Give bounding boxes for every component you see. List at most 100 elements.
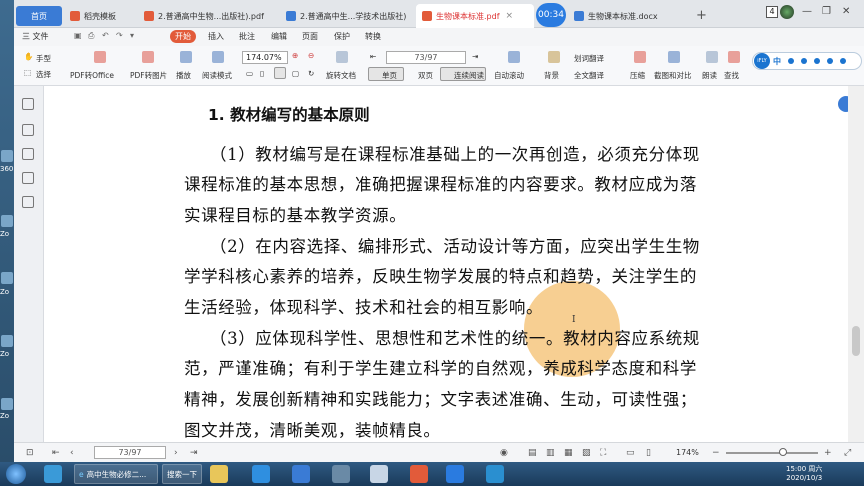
taskbar-search[interactable]: 搜索一下 [162,464,202,484]
fit-width-icon[interactable]: ▯ [260,69,264,78]
signature-icon[interactable] [22,196,34,208]
wps-taskbar-icon[interactable] [446,465,464,483]
compress-icon[interactable] [634,51,646,63]
settings-icon[interactable] [827,58,833,64]
youku-icon[interactable] [370,465,388,483]
more-icon[interactable]: ▾ [130,31,134,40]
screenshot-compare-button[interactable]: 截图和对比 [654,70,692,81]
bookmark-icon[interactable] [22,98,34,110]
settings-app-icon[interactable] [332,465,350,483]
read-mode-icon[interactable] [212,51,224,63]
mic-icon[interactable] [801,58,807,64]
desktop-icon[interactable] [1,150,13,162]
select-tool-label[interactable]: 选择 [36,69,51,80]
compress-button[interactable]: 压缩 [630,70,645,81]
read-aloud-button[interactable]: 朗读 [702,70,717,81]
zoom-out-icon[interactable]: − [712,448,720,458]
thumbnail-icon[interactable] [22,124,34,136]
menu-convert[interactable]: 转换 [365,31,381,42]
eye-icon[interactable]: ◉ [500,448,508,458]
continuous-view-icon[interactable]: ▦ [564,448,573,458]
menu-icon[interactable] [840,58,846,64]
zoom-slider[interactable] [726,452,818,454]
rotate-doc-icon[interactable] [336,51,348,63]
play-icon[interactable] [180,51,192,63]
start-button[interactable] [6,464,26,484]
chat-app-icon[interactable] [486,465,504,483]
auto-scroll-button[interactable]: 自动滚动 [494,70,524,81]
hand-tool-icon[interactable]: ✋ [24,52,33,61]
double-page-view-icon[interactable]: ▥ [546,448,555,458]
desktop-icon[interactable] [1,398,13,410]
zoom-input[interactable]: 174.07% [242,51,288,64]
ie-browser-icon[interactable] [252,465,270,483]
language-toggle[interactable]: 中 [773,56,781,67]
recording-timer[interactable]: 00:34 [536,3,566,27]
keyboard-icon[interactable] [814,58,820,64]
read-aloud-icon[interactable] [706,51,718,63]
app-icon[interactable] [292,465,310,483]
rotate-icon[interactable]: ↻ [308,69,314,78]
moon-icon[interactable] [788,58,794,64]
menu-insert[interactable]: 插入 [208,31,224,42]
desktop-icon[interactable] [1,335,13,347]
camera-app-icon[interactable] [410,465,428,483]
tab-biology-standard-docx[interactable]: 生物课本标准.docx [568,4,694,28]
tab-pdf-biology-2[interactable]: 2.普通高中生...学技术出版社) [280,4,414,28]
actual-size-icon[interactable] [274,67,286,79]
full-translate-button[interactable]: 全文翻译 [574,70,604,81]
taskbar-ie-window[interactable]: e 高中生物必修二... [74,464,158,484]
avatar[interactable] [780,5,794,19]
fullscreen-toggle-icon[interactable]: ⤢ [844,448,851,458]
close-icon[interactable]: × [506,11,514,21]
tab-docer-templates[interactable]: 稻壳模板 [64,4,136,28]
sidebar-toggle-icon[interactable]: ⊡ [26,448,34,458]
last-page-icon[interactable]: ⇥ [190,448,198,458]
page-number-input[interactable]: 73/97 [386,51,466,64]
fit-page-icon[interactable]: ▭ [626,448,635,458]
auto-scroll-icon[interactable] [508,51,520,63]
screenshot-compare-icon[interactable] [668,51,680,63]
maximize-icon[interactable]: ❐ [822,6,831,17]
document-view[interactable]: 1. 教材编写的基本原则 （1）教材编写是在课程标准基础上的一次再创造，必须充分… [44,86,848,442]
menu-protect[interactable]: 保护 [334,31,350,42]
book-view-icon[interactable]: ▧ [582,448,591,458]
last-page-icon[interactable]: ⇥ [472,52,478,61]
attachment-icon[interactable] [22,172,34,184]
page-indicator[interactable]: 73/97 [94,446,166,459]
select-tool-icon[interactable]: ⬚ [24,68,31,77]
menu-page[interactable]: 页面 [302,31,318,42]
360-browser-icon[interactable] [44,465,62,483]
window-count-badge[interactable]: 4 [766,6,778,18]
tab-biology-standard-pdf[interactable]: 生物课本标准.pdf × [416,4,534,28]
menu-file[interactable]: 三 文件 [22,31,49,42]
minimize-icon[interactable]: — [802,6,812,17]
close-window-icon[interactable]: ✕ [842,6,850,17]
background-icon[interactable] [548,51,560,63]
pdf-to-image-button[interactable]: PDF转图片 [130,70,167,81]
crop-icon[interactable]: ▢ [292,69,299,78]
pdf-to-image-icon[interactable] [142,51,154,63]
menu-start[interactable]: 开始 [170,30,196,43]
zoom-in-icon[interactable]: + [824,448,832,458]
tab-pdf-biology-1[interactable]: 2.普通高中生物...出版社).pdf [138,4,278,28]
menu-annotate[interactable]: 批注 [239,31,255,42]
read-mode-button[interactable]: 阅读模式 [202,70,232,81]
file-explorer-icon[interactable] [210,465,228,483]
add-tab-button[interactable]: + [696,8,707,23]
background-button[interactable]: 背景 [544,70,559,81]
find-button[interactable]: 查找 [724,70,739,81]
print-icon[interactable]: ⎙ [88,31,94,41]
save-icon[interactable]: ▣ [74,31,82,40]
redo-icon[interactable]: ↷ [116,31,123,40]
scrollbar-thumb[interactable] [852,326,860,356]
first-page-icon[interactable]: ⇤ [52,448,60,458]
play-button[interactable]: 播放 [176,70,191,81]
fit-page-icon[interactable]: ▭ [246,69,253,78]
double-page-button[interactable]: 双页 [418,70,433,81]
undo-icon[interactable]: ↶ [102,31,109,40]
hand-tool-label[interactable]: 手型 [36,53,51,64]
fit-width-icon[interactable]: ▯ [646,448,651,458]
system-clock[interactable]: 15:00 周六 2020/10/3 [786,465,822,483]
word-translate-button[interactable]: 划词翻译 [574,53,604,64]
